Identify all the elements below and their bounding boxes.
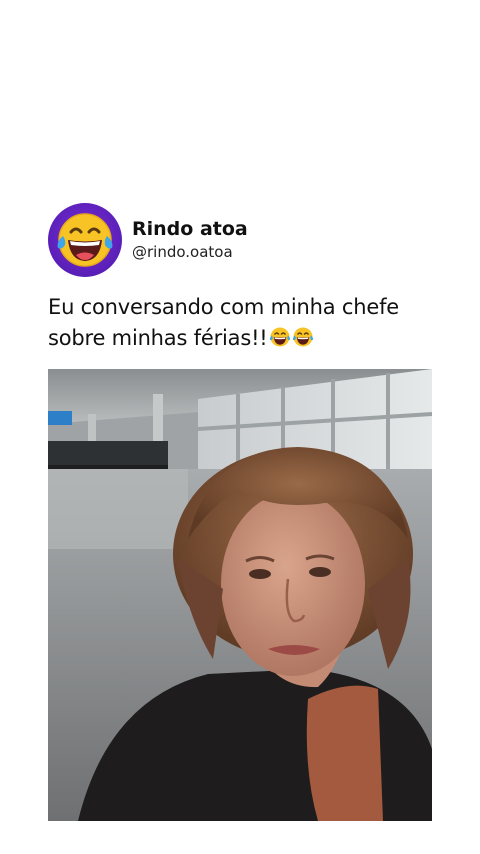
caption-line-1: Eu conversando com minha chefe xyxy=(48,295,399,319)
laughing-tears-emoji-icon xyxy=(292,327,313,347)
laughing-tears-emoji-icon xyxy=(57,213,113,267)
display-name[interactable]: Rindo atoa xyxy=(132,217,248,241)
user-handle[interactable]: @rindo.oatoa xyxy=(132,241,248,263)
post-caption: Eu conversando com minha chefe sobre min… xyxy=(48,292,448,354)
post-header: Rindo atoa @rindo.oatoa xyxy=(48,203,248,277)
caption-line-2: sobre minhas férias!! xyxy=(48,323,448,354)
post-video[interactable] xyxy=(48,369,432,821)
video-frame-image xyxy=(48,369,432,821)
avatar[interactable] xyxy=(48,203,122,277)
laughing-tears-emoji-icon xyxy=(269,327,290,347)
post-card: Rindo atoa @rindo.oatoa Eu conversando c… xyxy=(0,0,480,854)
author-names: Rindo atoa @rindo.oatoa xyxy=(132,217,248,263)
caption-line-2-text: sobre minhas férias!! xyxy=(48,326,268,350)
